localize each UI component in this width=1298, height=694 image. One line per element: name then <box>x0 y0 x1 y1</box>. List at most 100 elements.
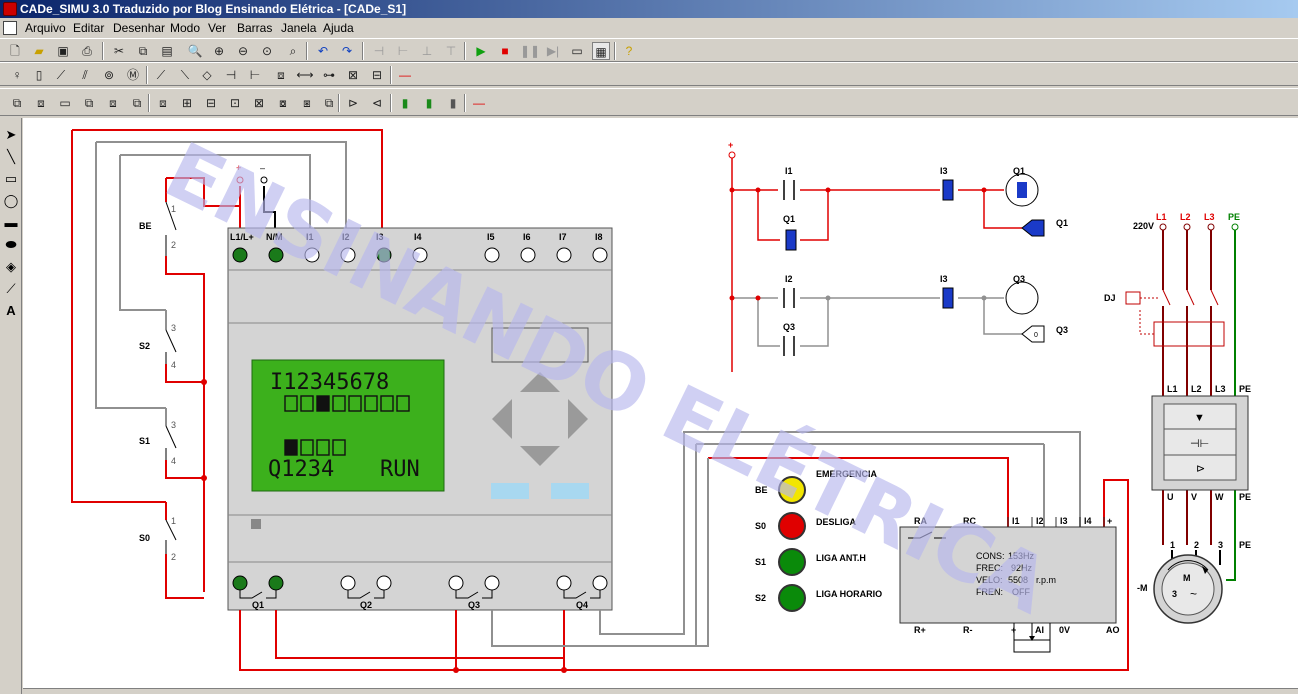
cylinder-icon[interactable]: ⊲ <box>368 94 386 112</box>
hmi-icon[interactable]: ⊟ <box>202 94 220 112</box>
line-icon[interactable]: ╲ <box>2 148 20 166</box>
pushbutton-icon[interactable]: ◇ <box>198 66 216 84</box>
rotate-icon[interactable]: ⊤ <box>442 42 460 60</box>
phase-pe-label: PE <box>1228 212 1240 222</box>
menu-desenhar[interactable]: Desenhar <box>110 18 168 38</box>
resistor-icon[interactable]: ▭ <box>56 94 74 112</box>
zoom-in-icon[interactable]: ⊕ <box>210 42 228 60</box>
valve-icon[interactable]: ⊳ <box>344 94 362 112</box>
redo-icon[interactable]: ↷ <box>338 42 356 60</box>
zoom-area-icon[interactable]: ⊙ <box>258 42 276 60</box>
menu-janela[interactable]: Janela <box>278 18 319 38</box>
logic-icon[interactable]: ⊠ <box>250 94 268 112</box>
bus-icon[interactable]: ⧇ <box>274 94 292 112</box>
plc-module-1-icon[interactable]: ⧉ <box>8 94 26 112</box>
breaker-icon[interactable]: ⫽ <box>76 66 94 84</box>
relay-icon[interactable]: ⧈ <box>272 66 290 84</box>
vfd-ai: AI <box>1035 625 1044 635</box>
print-icon[interactable]: ⎙ <box>78 42 96 60</box>
menu-ver[interactable]: Ver <box>205 18 229 38</box>
eyedropper-icon[interactable]: ⟋ <box>2 280 20 298</box>
save-icon[interactable]: ▣ <box>54 42 72 60</box>
plc-module-2-icon[interactable]: ⧈ <box>32 94 50 112</box>
wire-red-icon[interactable]: — <box>396 66 414 84</box>
contactor-icon[interactable]: ⊚ <box>100 66 118 84</box>
motor-icon[interactable]: Ⓜ <box>124 66 142 84</box>
plc-module-4-icon[interactable]: ⧈ <box>104 94 122 112</box>
lcd-status: RUN <box>380 457 420 482</box>
paste-icon[interactable]: ▤ <box>158 42 176 60</box>
plc-icon[interactable]: ⊞ <box>178 94 196 112</box>
vfd-i3: I3 <box>1060 516 1068 526</box>
zoom-out-icon[interactable]: ⊖ <box>234 42 252 60</box>
vfd-plus: + <box>1107 516 1112 526</box>
stop-icon[interactable]: ■ <box>496 42 514 60</box>
no-contact-icon[interactable]: ⟋ <box>152 66 170 84</box>
rectangle-icon[interactable]: ▭ <box>2 170 20 188</box>
menu-barras[interactable]: Barras <box>234 18 275 38</box>
ellipse-icon[interactable]: ◯ <box>2 192 20 210</box>
lcd-outputs-header: Q1234 <box>268 457 334 482</box>
step-icon[interactable]: ▶| <box>544 42 562 60</box>
menu-arquivo[interactable]: Arquivo <box>22 18 69 38</box>
text-tool-icon[interactable]: A <box>2 302 20 320</box>
lamp-s2[interactable] <box>778 584 806 612</box>
menu-editar[interactable]: Editar <box>70 18 107 38</box>
module-icon[interactable]: ⧉ <box>320 94 338 112</box>
align-right-icon[interactable]: ⊢ <box>394 42 412 60</box>
find-icon[interactable]: ⌕ <box>284 42 302 60</box>
menu-ajuda[interactable]: Ajuda <box>320 18 357 38</box>
counter-icon[interactable]: ⊡ <box>226 94 244 112</box>
drive-out-w: W <box>1215 492 1224 502</box>
wire-red-2-icon[interactable]: — <box>470 94 488 112</box>
plc-key-ok[interactable] <box>551 483 589 499</box>
plc-key-esc[interactable] <box>491 483 529 499</box>
buzzer-icon[interactable]: ⊟ <box>368 66 386 84</box>
new-file-icon[interactable]: 🗋 <box>6 42 24 60</box>
switch-icon[interactable]: ⟋ <box>52 66 70 84</box>
lamp-s2-label: LIGA HORARIO <box>816 589 882 599</box>
lamp-icon[interactable]: ⊠ <box>344 66 362 84</box>
flip-icon[interactable]: ⊥ <box>418 42 436 60</box>
document-icon[interactable] <box>3 21 17 35</box>
io-icon[interactable]: ⧆ <box>298 94 316 112</box>
cut-icon[interactable]: ✂ <box>110 42 128 60</box>
sensor-icon[interactable]: ⊶ <box>320 66 338 84</box>
pointer-icon[interactable]: ➤ <box>2 126 20 144</box>
drive-out-pe: PE <box>1239 492 1251 502</box>
align-left-icon[interactable]: ⊣ <box>370 42 388 60</box>
pause-icon[interactable]: ❚❚ <box>520 42 540 60</box>
green-component-2-icon[interactable]: ▮ <box>420 94 438 112</box>
window-title-bar: CADe_SIMU 3.0 Traduzido por Blog Ensinan… <box>0 0 1298 18</box>
plc-module-5-icon[interactable]: ⧉ <box>128 94 146 112</box>
fill-bucket-icon[interactable]: ◈ <box>2 258 20 276</box>
green-component-icon[interactable]: ▮ <box>396 94 414 112</box>
undo-icon[interactable]: ↶ <box>314 42 332 60</box>
menu-modo[interactable]: Modo <box>167 18 203 38</box>
copy-icon[interactable]: ⧉ <box>134 42 152 60</box>
horizontal-scrollbar[interactable] <box>23 688 1298 694</box>
zoom-fit-icon[interactable]: 🔍 <box>186 42 204 60</box>
filled-ellipse-icon[interactable]: ⬬ <box>2 236 20 254</box>
nc-contact-icon[interactable]: ⟍ <box>176 66 194 84</box>
drawing-canvas[interactable]: + – BE 1 2 S2 3 4 S1 3 4 S0 1 2 I1234567… <box>23 118 1298 688</box>
overload-icon[interactable]: ⟷ <box>296 66 314 84</box>
simulate-window-icon[interactable]: ▦ <box>592 42 610 60</box>
terminal-icon[interactable]: ♀ <box>8 66 26 84</box>
open-folder-icon[interactable]: ▰ <box>30 42 48 60</box>
help-icon[interactable]: ? <box>620 42 638 60</box>
potentiometer[interactable] <box>1013 639 1051 653</box>
plc-module-3-icon[interactable]: ⧉ <box>80 94 98 112</box>
filled-rectangle-icon[interactable]: ▬ <box>2 214 20 232</box>
coil-icon[interactable]: ⊣ <box>222 66 240 84</box>
lamp-s1[interactable] <box>778 548 806 576</box>
gray-component-icon[interactable]: ▮ <box>444 94 462 112</box>
ladder-q1-coil-label: Q1 <box>1013 166 1025 176</box>
ladder-i3-label: I3 <box>940 166 948 176</box>
timer-icon[interactable]: ⊢ <box>246 66 264 84</box>
contact-s0-label: S0 <box>139 533 150 543</box>
window-icon[interactable]: ▭ <box>568 42 586 60</box>
play-icon[interactable]: ▶ <box>472 42 490 60</box>
fuse-icon[interactable]: ▯ <box>30 66 48 84</box>
drive-icon[interactable]: ⧈ <box>154 94 172 112</box>
